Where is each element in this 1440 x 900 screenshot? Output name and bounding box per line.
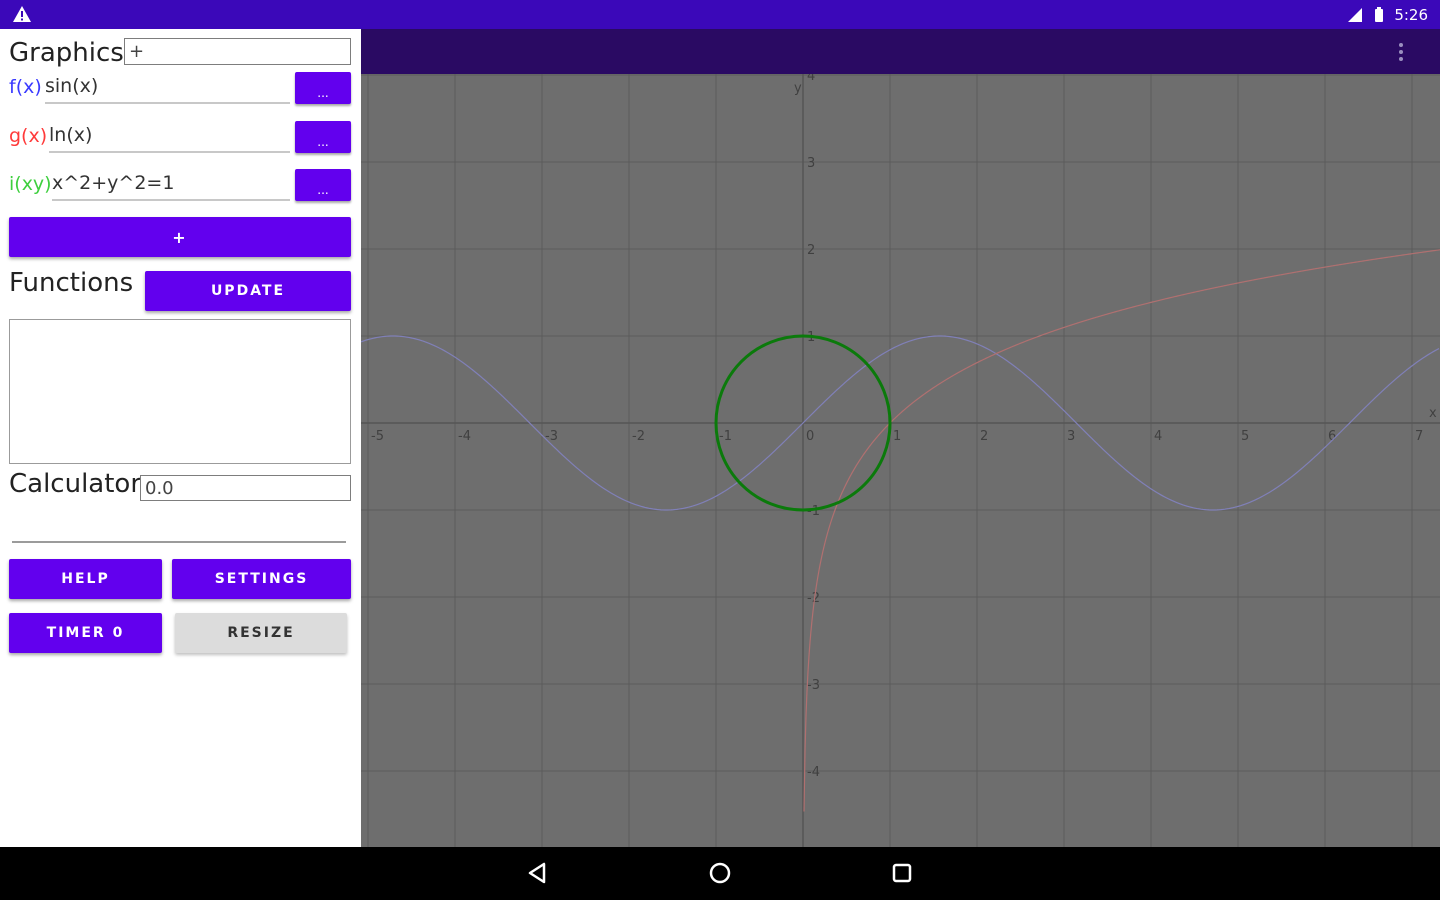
x-tick-label: 6: [1328, 429, 1336, 444]
status-bar: 5:26: [0, 0, 1440, 29]
help-button[interactable]: HELP: [9, 559, 162, 599]
y-tick-label: -1: [807, 504, 820, 519]
y-tick-label: -4: [807, 765, 820, 780]
graphics-label: Graphics: [9, 38, 124, 68]
status-icons: 5:26: [1346, 5, 1428, 25]
functions-label: Functions: [9, 268, 134, 298]
y-tick-label: -3: [807, 678, 820, 693]
x-tick-label: 7: [1415, 429, 1423, 444]
function-input-g[interactable]: ln(x): [49, 124, 92, 146]
series-ln-line: [803, 249, 1440, 812]
signal-icon: [1348, 8, 1363, 22]
x-tick-label: -2: [632, 429, 645, 444]
timer-button[interactable]: TIMER 0: [9, 613, 162, 653]
calculator-label: Calculator: [9, 469, 142, 499]
function-options-button-f[interactable]: ...: [295, 72, 351, 104]
y-axis-label: y: [794, 81, 802, 96]
function-label-g: g(x): [9, 125, 48, 147]
x-tick-label: -3: [545, 429, 558, 444]
x-tick-label: 1: [893, 429, 901, 444]
function-options-button-i[interactable]: ...: [295, 169, 351, 201]
resize-button[interactable]: RESIZE: [175, 613, 347, 653]
update-button[interactable]: UPDATE: [145, 271, 351, 311]
function-label-f: f(x): [9, 76, 42, 98]
x-tick-label: -4: [458, 429, 471, 444]
calculator-result-line[interactable]: [12, 541, 346, 543]
x-tick-label: -5: [371, 429, 384, 444]
function-label-i: i(xy): [9, 173, 52, 195]
graph-canvas[interactable]: -5 -4 -3 -2 -1 0 1 2 3 4 5 6 7 4 3 2 1 -1 -2 -3 -4 x y: [360, 69, 1440, 847]
home-icon[interactable]: [704, 857, 736, 889]
function-row-f: f(x) sin(x) ...: [9, 72, 351, 108]
x-tick-label: 4: [1154, 429, 1162, 444]
settings-button[interactable]: SETTINGS: [172, 559, 351, 599]
back-icon[interactable]: [522, 857, 554, 889]
y-tick-label: 3: [807, 156, 815, 171]
x-tick-label: 3: [1067, 429, 1075, 444]
y-tick-label: 4: [807, 74, 815, 84]
warning-icon: [13, 6, 31, 22]
functions-textarea[interactable]: [9, 319, 351, 464]
x-tick-label: 5: [1241, 429, 1249, 444]
graphics-input[interactable]: +: [124, 38, 351, 65]
clock: 5:26: [1394, 6, 1428, 24]
function-underline: [49, 151, 290, 153]
graph-toolbar: [361, 29, 1440, 74]
function-underline: [45, 102, 290, 104]
function-row-g: g(x) ln(x) ...: [9, 121, 351, 157]
function-options-button-g[interactable]: ...: [295, 121, 351, 153]
recents-icon[interactable]: [886, 857, 918, 889]
control-panel: Graphics + f(x) sin(x) ... g(x) ln(x) ..…: [0, 29, 361, 847]
x-tick-label: 2: [980, 429, 988, 444]
function-underline: [52, 199, 290, 201]
calculator-input[interactable]: 0.0: [140, 475, 351, 501]
x-axis-label: x: [1429, 406, 1437, 421]
y-tick-label: 2: [807, 243, 815, 258]
function-row-i: i(xy) x^2+y^2=1 ...: [9, 169, 351, 205]
function-input-f[interactable]: sin(x): [45, 75, 98, 97]
x-tick-label: 0: [806, 429, 814, 444]
x-tick-label: -1: [719, 429, 732, 444]
function-input-i[interactable]: x^2+y^2=1: [52, 172, 174, 194]
graph-plot[interactable]: -5 -4 -3 -2 -1 0 1 2 3 4 5 6 74321-1-2-3-4xy: [360, 69, 1440, 847]
add-function-button[interactable]: +: [9, 217, 351, 257]
more-options-icon[interactable]: [1398, 41, 1404, 63]
navigation-bar: [0, 847, 1440, 900]
battery-icon: [1375, 7, 1384, 22]
